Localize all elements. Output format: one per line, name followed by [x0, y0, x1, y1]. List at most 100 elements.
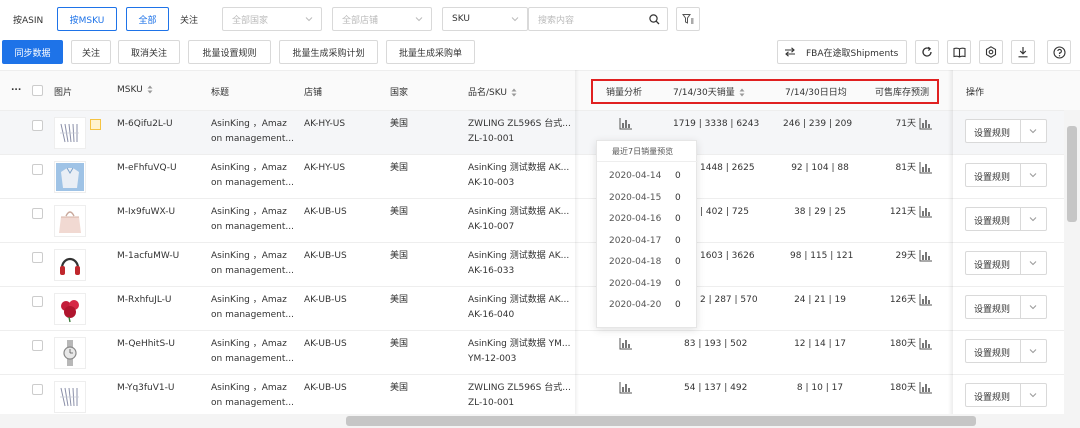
- table-row[interactable]: M-Ix9fuWX-U AsinKing ，Amaz on management..…: [0, 199, 1064, 243]
- guide-button[interactable]: [947, 40, 971, 64]
- advanced-filter-button[interactable]: [676, 7, 700, 31]
- title-cell-line2: on management...: [211, 310, 294, 320]
- set-rule-dropdown-button[interactable]: 设置规则: [965, 383, 1047, 407]
- table-row[interactable]: M-Yq3fuV1-U AsinKing ，Amaz on management..…: [0, 375, 1064, 419]
- row-checkbox[interactable]: [32, 340, 43, 351]
- sales-7-14-30-cell: 83 | 193 | 502: [684, 339, 748, 349]
- unfollow-button[interactable]: 取消关注: [118, 40, 180, 64]
- sales-chart-icon[interactable]: [619, 338, 633, 350]
- table-row[interactable]: M-1acfuMW-U AsinKing ，Amaz on management..…: [0, 243, 1064, 287]
- header-msku-label: MSKU: [117, 85, 143, 95]
- msku-cell: M-Ix9fuWX-U: [117, 207, 176, 217]
- table-row[interactable]: M-eFhfuVQ-U AsinKing ，Amaz on management..…: [0, 155, 1064, 199]
- header-country: 国家: [390, 88, 409, 98]
- daily-average-cell: 98 | 115 | 121: [790, 251, 854, 261]
- batch-set-rules-button[interactable]: 批量设置规则: [188, 40, 271, 64]
- title-cell-line1: AsinKing ，Amaz: [211, 339, 287, 349]
- country-cell: 美国: [390, 251, 409, 261]
- chevron-down-icon[interactable]: [1029, 347, 1037, 358]
- sales-chart-icon[interactable]: [619, 382, 633, 394]
- stock-chart-icon[interactable]: [919, 162, 933, 174]
- help-button[interactable]: [1047, 40, 1071, 64]
- msku-cell: M-RxhfuJL-U: [117, 295, 172, 305]
- filter-bar: 按ASIN 按MSKU 全部 关注 全部国家 全部店铺 SKU 搜索内容: [0, 0, 1080, 36]
- chevron-down-icon[interactable]: [1029, 303, 1037, 314]
- popover-sales-value: 0: [675, 214, 681, 224]
- filter-all-button[interactable]: 全部: [126, 7, 169, 31]
- set-rule-dropdown-button[interactable]: 设置规则: [965, 295, 1047, 319]
- daily-average-cell: 38 | 29 | 25: [794, 207, 846, 217]
- popover-sales-value: 0: [675, 192, 681, 203]
- product-sku-cell: YM-12-003: [468, 354, 517, 364]
- stock-forecast-cell: 81天: [895, 163, 916, 173]
- download-icon: [1018, 47, 1028, 58]
- table-row[interactable]: M-QeHhitS-U AsinKing ，Amaz on management..…: [0, 331, 1064, 375]
- select-all-checkbox[interactable]: [32, 85, 43, 96]
- field-select[interactable]: SKU: [442, 7, 528, 31]
- row-checkbox[interactable]: [32, 252, 43, 263]
- search-icon[interactable]: [649, 14, 660, 25]
- stock-chart-icon[interactable]: [919, 206, 933, 218]
- stock-chart-icon[interactable]: [919, 294, 933, 306]
- follow-flag-icon[interactable]: [90, 119, 101, 130]
- gear-icon: [985, 46, 997, 58]
- by-msku-toggle[interactable]: 按MSKU: [57, 7, 117, 31]
- horizontal-scrollbar-thumb[interactable]: [346, 416, 976, 426]
- title-cell-line1: AsinKing ，Amaz: [211, 163, 287, 173]
- chevron-down-icon[interactable]: [1029, 127, 1037, 138]
- sales-chart-icon[interactable]: [619, 118, 633, 130]
- batch-purchase-order-button[interactable]: 批量生成采购单: [386, 40, 475, 64]
- header-msku[interactable]: MSKU: [117, 85, 153, 95]
- chevron-down-icon[interactable]: [1029, 391, 1037, 402]
- by-asin-toggle[interactable]: 按ASIN: [13, 13, 43, 26]
- popover-date: 2020-04-19: [609, 278, 662, 289]
- refresh-button[interactable]: [915, 40, 939, 64]
- msku-cell: M-QeHhitS-U: [117, 339, 176, 349]
- row-checkbox[interactable]: [32, 208, 43, 219]
- row-checkbox[interactable]: [32, 164, 43, 175]
- set-rule-dropdown-button[interactable]: 设置规则: [965, 251, 1047, 275]
- row-checkbox[interactable]: [32, 120, 43, 131]
- settings-button[interactable]: [979, 40, 1003, 64]
- set-rule-dropdown-button[interactable]: 设置规则: [965, 119, 1047, 143]
- row-checkbox[interactable]: [32, 384, 43, 395]
- stock-chart-icon[interactable]: [919, 118, 933, 130]
- country-cell: 美国: [390, 207, 409, 217]
- download-button[interactable]: [1011, 40, 1035, 64]
- batch-purchase-plan-button[interactable]: 批量生成采购计划: [279, 40, 378, 64]
- set-rule-dropdown-button[interactable]: 设置规则: [965, 207, 1047, 231]
- button-divider: [1020, 120, 1021, 142]
- row-checkbox[interactable]: [32, 296, 43, 307]
- stock-chart-icon[interactable]: [919, 382, 933, 394]
- fixed-column-shadow-right: [948, 70, 953, 414]
- table-row[interactable]: M-RxhfuJL-U AsinKing ，Amaz on management..…: [0, 287, 1064, 331]
- table-row[interactable]: M-6Qifu2L-U AsinKing ，Amaz on management..…: [0, 111, 1064, 155]
- chevron-down-icon[interactable]: [1029, 171, 1037, 182]
- set-rule-dropdown-button[interactable]: 设置规则: [965, 339, 1047, 363]
- fba-shipments-button[interactable]: FBA在途取Shipments: [777, 40, 907, 64]
- chevron-down-icon[interactable]: [1029, 259, 1037, 270]
- sync-data-button[interactable]: 同步数据: [2, 40, 63, 64]
- stock-chart-icon[interactable]: [919, 250, 933, 262]
- store-select[interactable]: 全部店铺: [332, 7, 432, 31]
- country-select[interactable]: 全部国家: [222, 7, 322, 31]
- vertical-scrollbar-thumb[interactable]: [1067, 126, 1077, 222]
- stock-forecast-cell: 180天: [889, 383, 916, 393]
- sales-7-14-30-cell: 1719 | 3338 | 6243: [673, 119, 760, 129]
- action-toolbar: 同步数据 关注 取消关注 批量设置规则 批量生成采购计划 批量生成采购单 FBA…: [0, 36, 1080, 70]
- header-product-sku[interactable]: 品名/SKU: [468, 85, 517, 98]
- product-table: ... 图片 MSKU 标题 店铺 国家 品名/SKU 销量分析 7/14/30…: [0, 70, 1080, 428]
- follow-button[interactable]: 关注: [71, 40, 111, 64]
- header-store: 店铺: [304, 88, 323, 98]
- search-input[interactable]: 搜索内容: [528, 7, 668, 31]
- filter-follow-toggle[interactable]: 关注: [180, 13, 198, 26]
- stock-chart-icon[interactable]: [919, 338, 933, 350]
- sort-icon: [511, 88, 517, 97]
- chevron-down-icon[interactable]: [1029, 215, 1037, 226]
- set-rule-dropdown-button[interactable]: 设置规则: [965, 163, 1047, 187]
- column-settings-button[interactable]: ...: [11, 83, 21, 93]
- country-cell: 美国: [390, 163, 409, 173]
- fixed-column-shadow-left: [575, 70, 579, 414]
- stock-forecast-cell: 121天: [889, 207, 916, 217]
- stock-forecast-cell: 180天: [889, 339, 916, 349]
